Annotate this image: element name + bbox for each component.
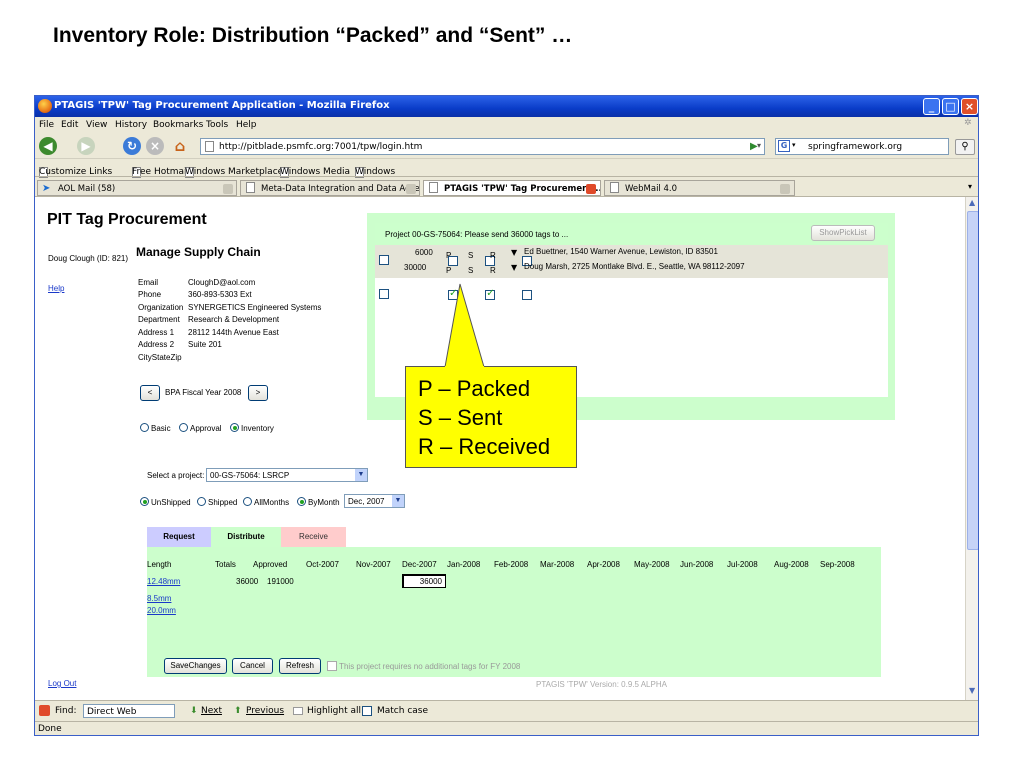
callout-line: S – Sent [418, 405, 503, 430]
callout-joint [445, 366, 484, 368]
callout-arrow [444, 283, 485, 368]
callout-line: R – Received [418, 434, 551, 459]
callout-line: P – Packed [418, 376, 531, 401]
legend-callout: P – Packed S – Sent R – Received [405, 366, 577, 468]
